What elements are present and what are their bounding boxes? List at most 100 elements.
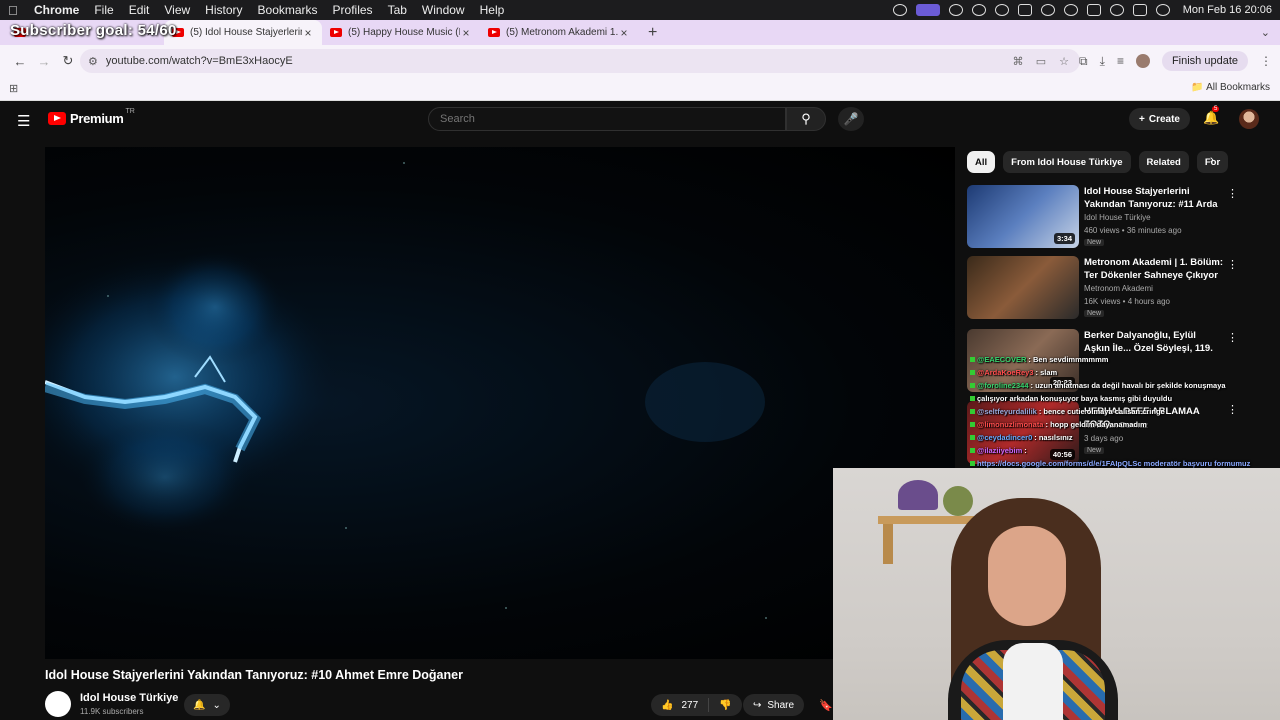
more-options-icon[interactable]: ⋮ [1227,331,1238,344]
hamburger-menu-icon[interactable]: ☰ [17,112,30,130]
youtube-favicon-icon [488,28,500,37]
youtube-premium-logo[interactable]: Premium TR [48,108,135,126]
video-thumbnail[interactable] [967,256,1079,319]
related-title[interactable]: Idol House Stajyerlerini Yakından Tanıyo… [1084,185,1224,211]
finish-update-button[interactable]: Finish update [1161,51,1248,71]
spotlight-search-icon[interactable] [1109,4,1124,16]
cast-icon[interactable]: ▭ [1034,55,1048,68]
user-avatar[interactable] [1239,109,1259,129]
related-meta: 460 views • 36 minutes ago [1084,226,1182,235]
tab-metronom[interactable]: (5) Metronom Akademi 1.Bölü × [480,20,638,45]
create-button[interactable]: + Create [1129,108,1190,130]
chat-message: @limonuzlimonata: hopp geldim dayanamadı… [970,418,1280,431]
chat-message: @ArdaKoeRey3: slam [970,366,1280,379]
streamer-webcam [833,468,1280,720]
apps-grid-icon[interactable]: ⊞ [9,82,18,95]
download-icon[interactable]: ⤓ [1100,54,1105,69]
related-channel[interactable]: Idol House Türkiye [1084,213,1151,222]
reload-icon[interactable]: ↻ [56,49,80,73]
menu-app-name[interactable]: Chrome [34,3,79,17]
menu-tab[interactable]: Tab [388,3,407,17]
apple-menu-icon[interactable]:  [8,3,22,18]
close-tab-icon[interactable]: × [302,26,314,40]
wifi-icon[interactable] [1063,4,1078,16]
color-wheel-icon[interactable] [971,4,986,16]
related-title[interactable]: Metronom Akademi | 1. Bölüm: Ter Dökenle… [1084,256,1224,282]
site-info-icon[interactable]: ⚙ [88,55,98,68]
chat-message: @ceydadincer0: nasılsınız [970,431,1280,444]
related-channel[interactable]: Metronom Akademi [1084,284,1153,293]
play-status-icon[interactable] [994,4,1009,16]
siri-icon[interactable] [1155,4,1170,16]
extensions-icon[interactable]: ⧉ [1079,54,1088,69]
related-title[interactable]: Berker Dalyanoğlu, Eylül Aşkın İle... Öz… [1084,329,1224,355]
chat-badge-icon [970,461,975,466]
video-title: Idol House Stajyerlerini Yakından Tanıyo… [45,668,463,682]
menu-help[interactable]: Help [480,3,505,17]
menu-profiles[interactable]: Profiles [333,3,373,17]
tab-idol-house[interactable]: (5) Idol House Stajyerlerini Yak × [164,20,322,45]
url-text[interactable]: youtube.com/watch?v=BmE3xHaocyE [106,55,1011,67]
close-tab-icon[interactable]: × [618,26,630,40]
creative-cloud-icon[interactable] [948,4,963,16]
chevron-right-icon[interactable]: › [1210,154,1214,166]
share-button[interactable]: ↪ Share [743,694,805,716]
tab-search-chevron-icon[interactable]: ⌄ [1261,26,1270,39]
forward-arrow-icon[interactable]: → [32,49,56,73]
new-tab-plus-icon[interactable]: + [648,20,657,45]
star-dot [505,607,507,609]
notifications-bell-icon[interactable]: 🔔 5 [1203,106,1220,126]
user-account-icon[interactable] [1040,4,1055,16]
chat-badge-icon [970,370,975,375]
profile-avatar[interactable] [1135,54,1150,68]
subscription-bell-button[interactable]: 🔔 ⌄ [184,694,230,716]
more-menu-icon[interactable]: ⋮ [1260,54,1272,68]
related-video-item[interactable]: Metronom Akademi | 1. Bölüm: Ter Dökenle… [967,256,1267,320]
bookmark-star-icon[interactable]: ☆ [1057,55,1071,68]
dislike-button[interactable]: 👎 [709,700,741,711]
channel-avatar[interactable] [45,691,71,717]
menubar-clock[interactable]: Mon Feb 16 20:06 [1183,4,1272,16]
related-meta: 16K views • 4 hours ago [1084,297,1170,306]
like-button[interactable]: 👍 277 [651,698,710,712]
menu-file[interactable]: File [94,3,113,17]
related-video-item[interactable]: 3:34 Idol House Stajyerlerini Yakından T… [967,185,1267,249]
youtube-favicon-icon [330,28,342,37]
chip-related[interactable]: Related [1138,151,1189,173]
menu-history[interactable]: History [205,3,242,17]
keyboard-input-icon[interactable] [1017,4,1032,16]
chip-all[interactable]: All [967,151,996,173]
menu-bookmarks[interactable]: Bookmarks [258,3,318,17]
search-icon[interactable]: ⚲ [786,107,826,131]
menu-view[interactable]: View [164,3,190,17]
menu-edit[interactable]: Edit [129,3,150,17]
status-icon-sync[interactable] [892,4,907,16]
star-dot [765,617,767,619]
back-arrow-icon[interactable]: ← [8,49,32,73]
address-bar[interactable]: ⚙ youtube.com/watch?v=BmE3xHaocyE ⌘ ▭ ☆ [80,49,1080,73]
more-options-icon[interactable]: ⋮ [1227,258,1238,271]
screen-record-icon[interactable] [915,4,940,16]
chat-username: @seltfeyurdalilik [977,407,1037,416]
close-tab-icon[interactable]: × [460,26,472,40]
chat-badge-icon [970,435,975,440]
chip-from-channel[interactable]: From Idol House Türkiye [1003,151,1131,173]
microphone-icon[interactable]: 🎤 [838,107,864,131]
translate-icon[interactable]: ⌘ [1011,55,1025,68]
chat-badge-icon [970,357,975,362]
channel-name[interactable]: Idol House Türkiye [80,692,178,704]
bookmarks-bar: ⊞ 📁 All Bookmarks [0,77,1280,101]
all-bookmarks-link[interactable]: 📁 All Bookmarks [1191,82,1270,93]
status-icons: Mon Feb 16 20:06 [892,0,1272,20]
media-controls-icon[interactable]: ≡ [1117,54,1124,68]
battery-icon[interactable] [1086,4,1101,16]
share-arrow-icon: ↪ [753,699,762,711]
control-center-icon[interactable] [1132,4,1147,16]
search-input[interactable] [428,107,786,131]
menu-window[interactable]: Window [422,3,465,17]
video-player[interactable] [45,147,955,659]
more-options-icon[interactable]: ⋮ [1227,187,1238,200]
tab-happy-house[interactable]: (5) Happy House Music (No d × [322,20,480,45]
video-thumbnail[interactable]: 3:34 [967,185,1079,248]
chat-username: @limonuzlimonata [977,420,1044,429]
